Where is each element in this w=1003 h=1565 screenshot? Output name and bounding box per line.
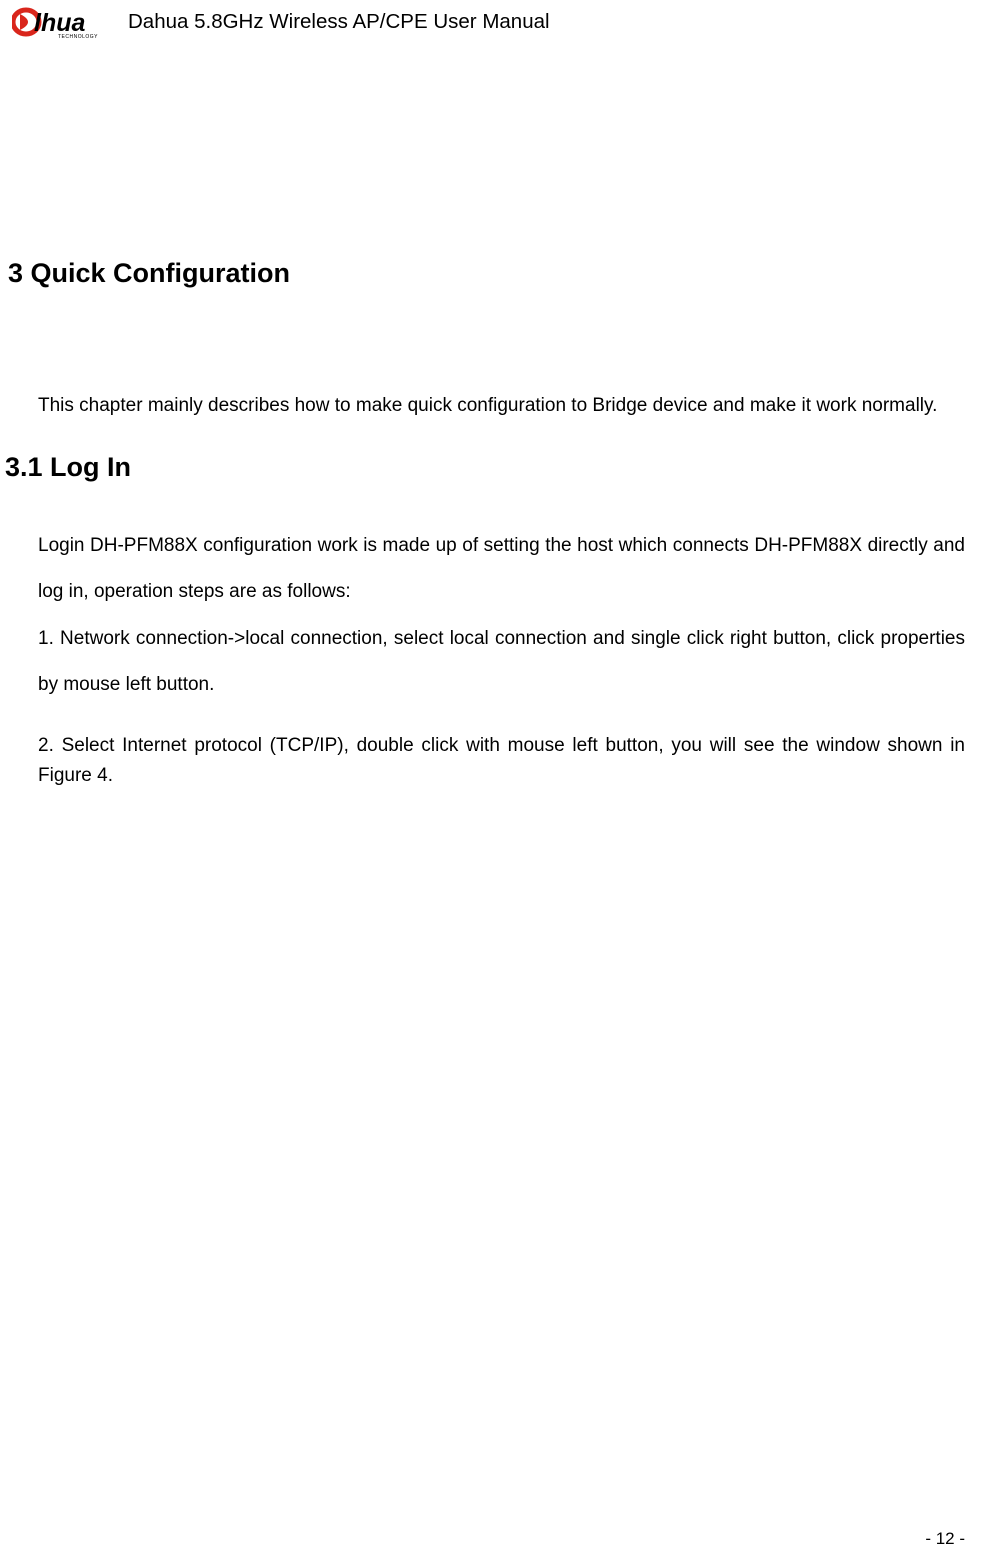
dahua-logo: lhua TECHNOLOGY xyxy=(12,4,110,40)
intro-paragraph: This chapter mainly describes how to mak… xyxy=(38,383,965,430)
page-content: 3 Quick Configuration This chapter mainl… xyxy=(0,258,1003,792)
chapter-heading: 3 Quick Configuration xyxy=(8,258,965,289)
header-title: Dahua 5.8GHz Wireless AP/CPE User Manual xyxy=(128,10,550,34)
step2-paragraph: 2. Select Internet protocol (TCP/IP), do… xyxy=(38,731,965,792)
logo-svg: lhua TECHNOLOGY xyxy=(12,4,110,40)
page-header: lhua TECHNOLOGY Dahua 5.8GHz Wireless AP… xyxy=(0,0,1003,40)
section-heading: 3.1 Log In xyxy=(5,452,965,483)
login-paragraph: Login DH-PFM88X configuration work is ma… xyxy=(38,523,965,616)
page-number: - 12 - xyxy=(925,1529,965,1549)
svg-text:TECHNOLOGY: TECHNOLOGY xyxy=(58,34,98,40)
step1-paragraph: 1. Network connection->local connection,… xyxy=(38,616,965,709)
svg-text:lhua: lhua xyxy=(34,9,85,37)
